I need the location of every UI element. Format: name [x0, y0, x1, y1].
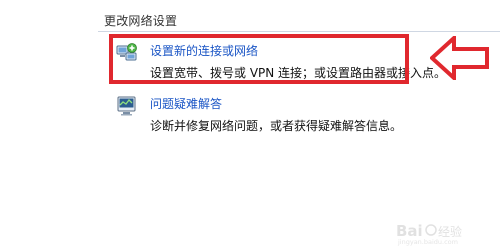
baidu-watermark-logo: Bai 经验 jingyan.baidu.com — [396, 222, 462, 246]
left-arrow-icon — [430, 36, 489, 80]
highlight-box — [109, 34, 409, 84]
section-title: 更改网络设置 — [104, 14, 178, 28]
task-troubleshoot[interactable]: 问题疑难解答 诊断并修复网络问题，或者获得疑难解答信息。 — [116, 95, 416, 141]
troubleshoot-description: 诊断并修复网络问题，或者获得疑难解答信息。 — [150, 119, 403, 133]
svg-text:jingyan.baidu.com: jingyan.baidu.com — [397, 238, 458, 246]
section-divider — [98, 31, 500, 32]
control-panel-network-page: 更改网络设置 设置新的连接或网络 设置宽带、拨号或 VPN 连接；或设置路由器或… — [0, 0, 500, 250]
troubleshoot-icon — [116, 95, 138, 117]
svg-text:经验: 经验 — [438, 224, 462, 239]
troubleshoot-link[interactable]: 问题疑难解答 — [150, 95, 222, 112]
